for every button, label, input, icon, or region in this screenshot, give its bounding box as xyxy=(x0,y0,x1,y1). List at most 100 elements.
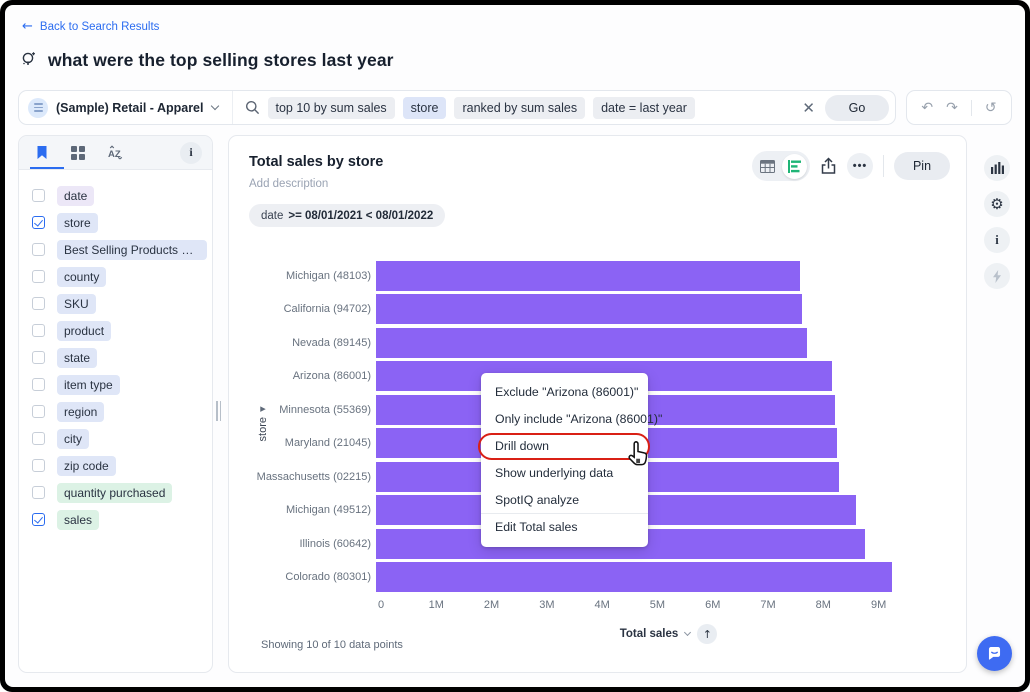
checkbox-checked[interactable] xyxy=(32,513,45,526)
field-chip[interactable]: quantity purchased xyxy=(57,483,172,503)
datasource-selector[interactable]: (Sample) Retail - Apparel xyxy=(19,91,233,124)
checkbox-unchecked[interactable] xyxy=(32,189,45,202)
menu-item[interactable]: Only include "Arizona (86001)" xyxy=(481,406,648,433)
field-row[interactable]: sales xyxy=(32,506,212,533)
field-chip[interactable]: county xyxy=(57,267,106,287)
field-chip[interactable]: store xyxy=(57,213,98,233)
field-row[interactable]: store xyxy=(32,209,212,236)
panel-info-icon[interactable]: i xyxy=(180,142,202,164)
checkbox-unchecked[interactable] xyxy=(32,378,45,391)
filter-chip[interactable]: date >= 08/01/2021 < 08/01/2022 xyxy=(249,204,445,227)
field-chip[interactable]: product xyxy=(57,321,111,341)
search-tokens[interactable]: top 10 by sum sales store ranked by sum sa… xyxy=(233,97,793,119)
checkbox-unchecked[interactable] xyxy=(32,405,45,418)
checkbox-unchecked[interactable] xyxy=(32,324,45,337)
field-row[interactable]: date xyxy=(32,182,212,209)
menu-item[interactable]: Edit Total sales xyxy=(481,514,648,541)
more-options-icon[interactable]: ••• xyxy=(847,153,873,179)
field-row[interactable]: SKU xyxy=(32,290,212,317)
clear-search-icon[interactable]: ✕ xyxy=(792,99,825,117)
field-chip[interactable]: sales xyxy=(57,510,99,530)
chart-type-icon[interactable] xyxy=(984,155,1010,181)
sort-ascending-icon[interactable]: ↑ xyxy=(697,624,717,644)
tab-pinned-fields-icon[interactable] xyxy=(35,145,49,160)
bar-track xyxy=(376,562,951,592)
bar[interactable] xyxy=(376,562,892,592)
search-token[interactable]: date = last year xyxy=(593,97,695,119)
spotiq-lightning-icon[interactable] xyxy=(984,263,1010,289)
bar-track xyxy=(376,261,951,291)
checkbox-checked[interactable] xyxy=(32,216,45,229)
bar[interactable] xyxy=(376,328,807,358)
data-panel-tabs: AZ i xyxy=(19,136,212,170)
category-label: Michigan (49512) xyxy=(249,504,376,516)
field-chip[interactable]: zip code xyxy=(57,456,116,476)
field-chip[interactable]: SKU xyxy=(57,294,96,314)
active-tab-underline xyxy=(30,167,64,170)
settings-gear-icon[interactable]: ⚙ xyxy=(984,191,1010,217)
field-row[interactable]: zip code xyxy=(32,452,212,479)
field-row[interactable]: product xyxy=(32,317,212,344)
table-view-icon[interactable] xyxy=(755,160,780,173)
menu-item[interactable]: Drill down xyxy=(481,433,648,460)
chat-button[interactable] xyxy=(977,636,1012,671)
checkbox-unchecked[interactable] xyxy=(32,270,45,283)
data-points-status: Showing 10 of 10 data points xyxy=(261,639,403,651)
field-row[interactable]: county xyxy=(32,263,212,290)
field-chip[interactable]: item type xyxy=(57,375,120,395)
context-menu: Exclude "Arizona (86001)"Only include "A… xyxy=(481,373,648,547)
checkbox-unchecked[interactable] xyxy=(32,459,45,472)
bar[interactable] xyxy=(376,261,800,291)
chart-view-icon[interactable] xyxy=(782,154,807,179)
menu-item[interactable]: Show underlying data xyxy=(481,459,648,486)
undo-icon[interactable]: ↶ xyxy=(921,100,933,116)
tab-all-fields-icon[interactable] xyxy=(71,146,85,160)
details-info-icon[interactable]: i xyxy=(984,227,1010,253)
field-chip[interactable]: city xyxy=(57,429,89,449)
share-icon[interactable] xyxy=(820,157,837,175)
x-axis-ticks: 01M2M3M4M5M6M7M8M9M xyxy=(381,599,956,613)
tab-sort-az-icon[interactable]: AZ xyxy=(107,145,127,160)
x-axis-label: Total sales xyxy=(620,628,679,640)
field-chip[interactable]: region xyxy=(57,402,104,422)
add-description[interactable]: Add description xyxy=(249,178,328,190)
back-link[interactable]: ← Back to Search Results xyxy=(22,19,159,34)
field-row[interactable]: Best Selling Products Last ... xyxy=(32,236,212,263)
checkbox-unchecked[interactable] xyxy=(32,243,45,256)
menu-item[interactable]: SpotIQ analyze xyxy=(481,486,648,513)
field-row[interactable]: state xyxy=(32,344,212,371)
field-row[interactable]: city xyxy=(32,425,212,452)
x-tick-label: 7M xyxy=(760,599,775,611)
data-panel: AZ i date store Best Selling Products Last… xyxy=(18,135,213,673)
panel-resize-handle[interactable] xyxy=(216,401,224,421)
reset-icon[interactable]: ↺ xyxy=(985,100,997,116)
search-token[interactable]: ranked by sum sales xyxy=(454,97,585,119)
field-row[interactable]: quantity purchased xyxy=(32,479,212,506)
view-toggle xyxy=(752,151,810,181)
go-button[interactable]: Go xyxy=(825,95,889,121)
pin-button[interactable]: Pin xyxy=(894,152,950,180)
filter-condition: >= 08/01/2021 < 08/01/2022 xyxy=(288,210,433,222)
checkbox-unchecked[interactable] xyxy=(32,351,45,364)
checkbox-unchecked[interactable] xyxy=(32,432,45,445)
datasource-icon xyxy=(28,98,48,118)
bar-track xyxy=(376,328,951,358)
bar[interactable] xyxy=(376,294,802,324)
page-title: what were the top selling stores last ye… xyxy=(48,50,394,71)
field-chip[interactable]: state xyxy=(57,348,97,368)
checkbox-unchecked[interactable] xyxy=(32,486,45,499)
category-label: Illinois (60642) xyxy=(249,538,376,550)
category-label: California (94702) xyxy=(249,303,376,315)
menu-item[interactable]: Exclude "Arizona (86001)" xyxy=(481,379,648,406)
category-label: Arizona (86001) xyxy=(249,370,376,382)
search-token[interactable]: top 10 by sum sales xyxy=(268,97,395,119)
search-token[interactable]: store xyxy=(403,97,447,119)
field-chip[interactable]: date xyxy=(57,186,94,206)
field-chip[interactable]: Best Selling Products Last ... xyxy=(57,240,207,260)
x-axis-control[interactable]: Total sales ↑ xyxy=(381,624,956,644)
answer-panel: Total sales by store Add description dat… xyxy=(228,135,967,673)
field-row[interactable]: region xyxy=(32,398,212,425)
field-row[interactable]: item type xyxy=(32,371,212,398)
redo-icon[interactable]: ↷ xyxy=(946,100,958,116)
checkbox-unchecked[interactable] xyxy=(32,297,45,310)
